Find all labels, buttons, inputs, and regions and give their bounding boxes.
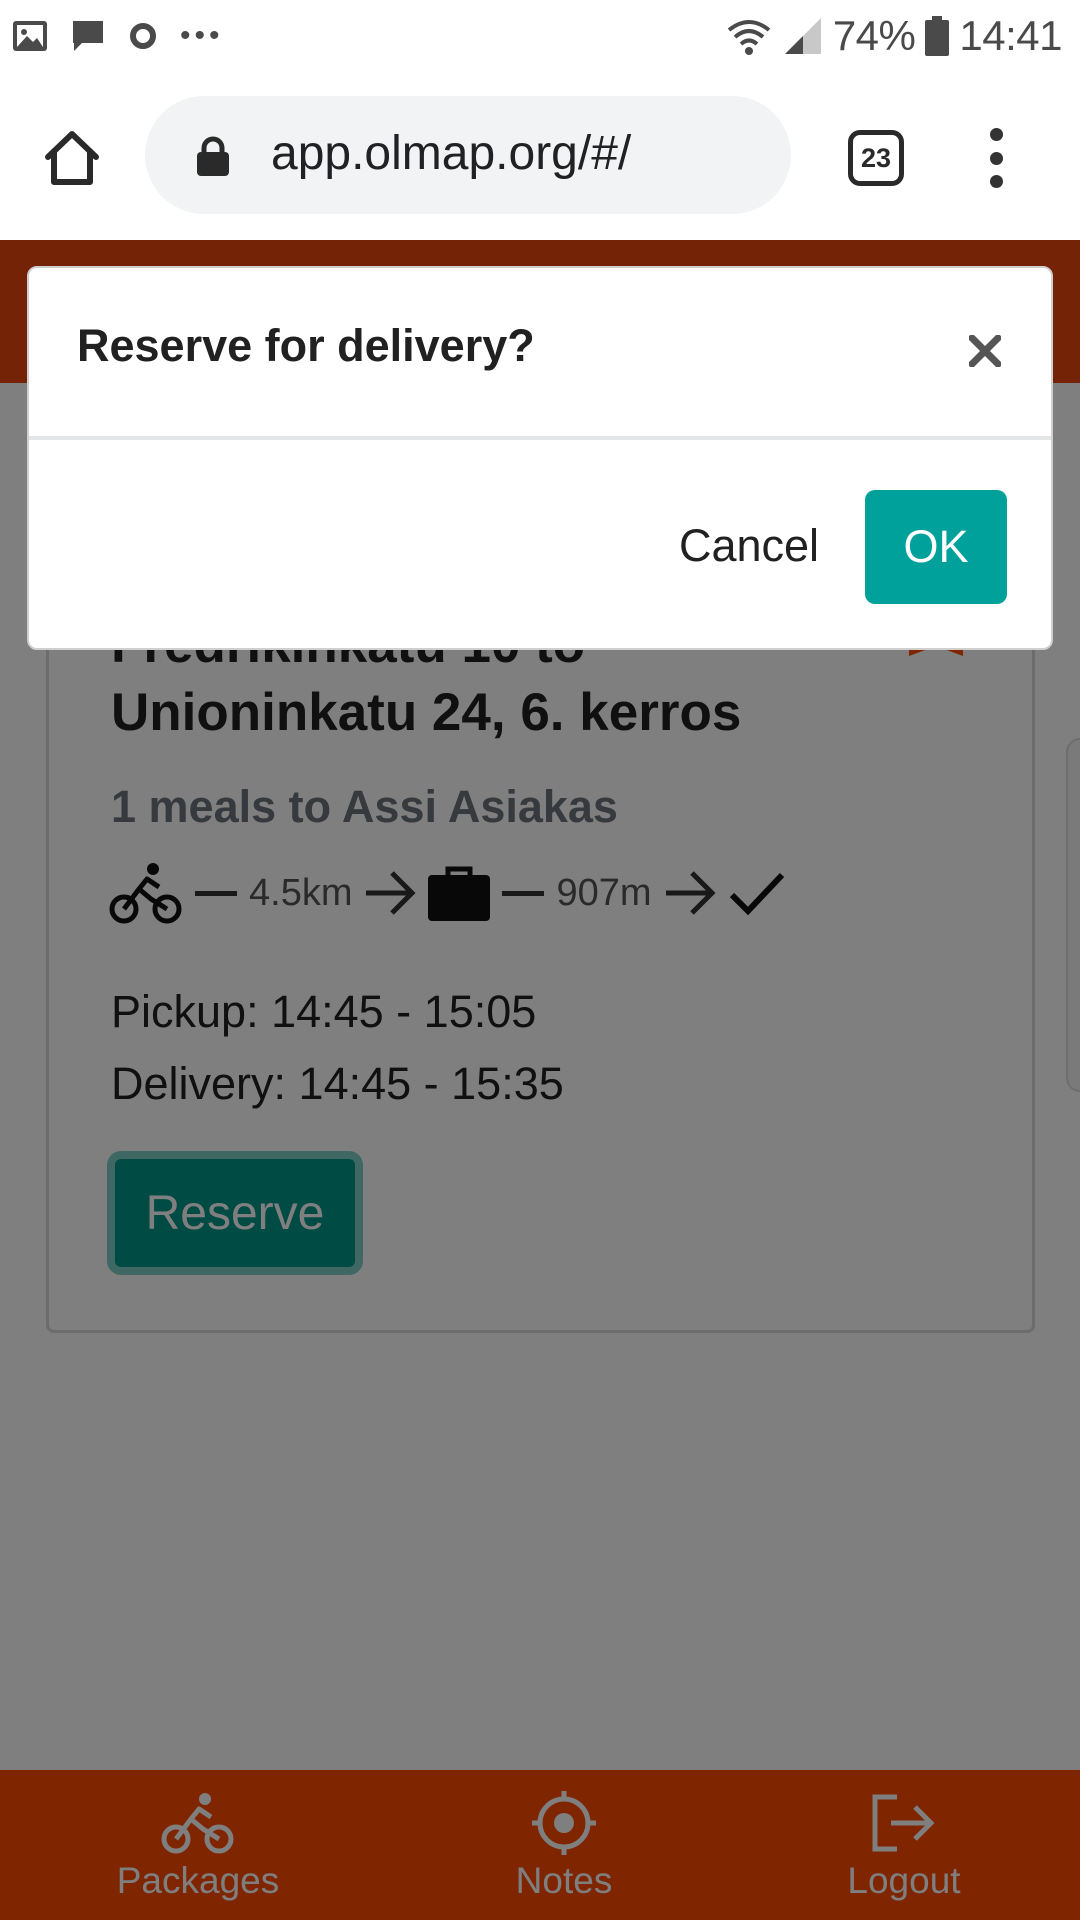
menu-dot-icon: [989, 151, 1003, 165]
notification-icons: •••: [12, 14, 224, 58]
lock-icon: [197, 136, 229, 176]
close-button[interactable]: [957, 323, 1013, 379]
browser-toolbar: app.olmap.org/#/ 23: [0, 72, 1080, 240]
battery-percent: 74%: [832, 12, 916, 59]
reserve-dialog: Reserve for delivery? Cancel OK: [27, 266, 1053, 650]
message-icon: [73, 21, 103, 51]
battery-icon: [925, 16, 950, 56]
browser-menu-button[interactable]: [978, 128, 1014, 188]
menu-dot-icon: [989, 175, 1003, 188]
ok-button[interactable]: OK: [865, 490, 1007, 604]
home-icon: [45, 131, 99, 185]
circle-icon: [130, 23, 156, 49]
status-bar: ••• 74% 14:41: [0, 0, 1080, 72]
image-icon: [13, 21, 47, 51]
signal-icon: [784, 18, 821, 54]
menu-dot-icon: [989, 128, 1003, 141]
close-icon: [969, 335, 1001, 367]
more-icon: •••: [180, 19, 224, 52]
home-button[interactable]: [36, 122, 108, 194]
dialog-header: Reserve for delivery?: [29, 268, 1051, 440]
url-text: app.olmap.org/#/: [271, 127, 632, 180]
clock: 14:41: [959, 12, 1062, 59]
wifi-icon: [727, 20, 771, 55]
dialog-title: Reserve for delivery?: [77, 320, 535, 371]
cancel-button[interactable]: Cancel: [649, 490, 849, 602]
address-bar[interactable]: app.olmap.org/#/: [145, 96, 791, 214]
tab-switcher-button[interactable]: 23: [848, 130, 904, 186]
